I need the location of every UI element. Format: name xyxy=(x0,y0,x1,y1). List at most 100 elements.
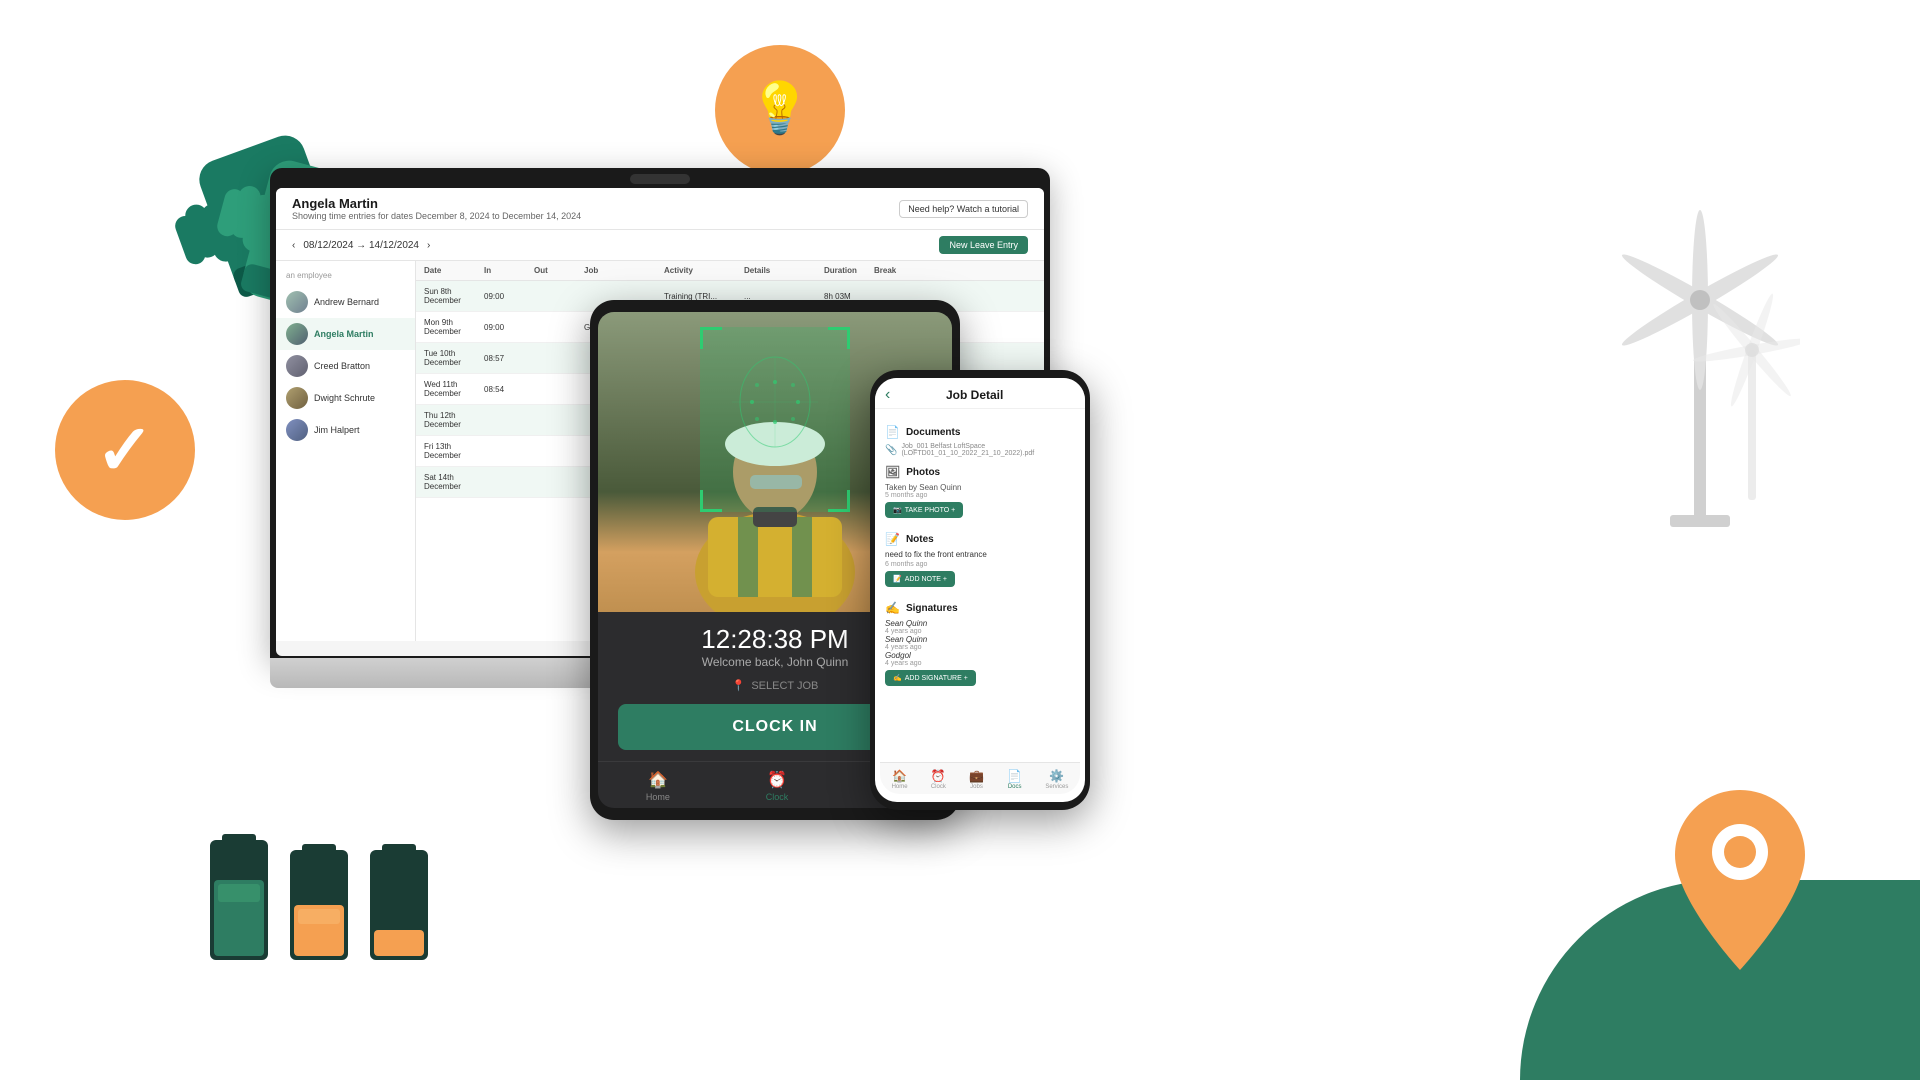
notes-section: 📝 Notes xyxy=(885,532,1075,546)
phone-screen: ‹ Job Detail 📄 Documents 📎 Job_001 Belfa… xyxy=(875,378,1085,802)
prev-arrow[interactable]: ‹ xyxy=(292,240,295,251)
sidebar-item-dwight[interactable]: Dwight Schrute xyxy=(276,382,415,414)
face-scan-overlay xyxy=(700,327,850,512)
take-photo-button[interactable]: 📷 TAKE PHOTO + xyxy=(885,502,963,518)
check-decoration: ✓ xyxy=(55,380,195,520)
phone-docs-label: Docs xyxy=(1008,784,1022,790)
scan-corner-tr xyxy=(828,327,850,349)
phone-docs-icon: 📄 xyxy=(1007,769,1022,783)
tab-clock-label: Clock xyxy=(766,792,789,802)
search-hint: an employee xyxy=(276,267,415,286)
sig-time-2: 4 years ago xyxy=(885,644,1075,651)
phone-jobs-icon: 💼 xyxy=(969,769,984,783)
table-header: Date In Out Job Activity Details Duratio… xyxy=(416,261,1044,281)
sig-name-3: Godgol xyxy=(885,651,1075,660)
note-content: need to fix the front entrance xyxy=(885,550,1075,559)
employee-name-angela: Angela Martin xyxy=(314,329,374,339)
phone-services-icon: ⚙️ xyxy=(1049,769,1064,783)
col-break: Break xyxy=(874,266,914,275)
phone-clock-label: Clock xyxy=(931,784,946,790)
next-arrow[interactable]: › xyxy=(427,240,430,251)
col-in: In xyxy=(484,266,534,275)
select-job-label: SELECT JOB xyxy=(751,680,818,692)
file-icon: 📎 xyxy=(885,445,897,456)
tab-home-label: Home xyxy=(646,792,670,802)
phone-tab-clock[interactable]: ⏰ Clock xyxy=(931,769,946,790)
employee-name: Angela Martin xyxy=(292,196,581,211)
nav-row: ‹ 08/12/2024 → 14/12/2024 › New Leave En… xyxy=(276,230,1044,261)
home-icon: 🏠 xyxy=(648,770,668,790)
phone-services-label: Services xyxy=(1045,784,1068,790)
sig-icon: ✍️ xyxy=(893,674,902,682)
sig-item: Godgol 4 years ago xyxy=(885,651,1075,667)
sidebar-item-jim[interactable]: Jim Halpert xyxy=(276,414,415,446)
sidebar-item-angela[interactable]: Angela Martin xyxy=(276,318,415,350)
phone-tab-services[interactable]: ⚙️ Services xyxy=(1045,769,1068,790)
location-pin-decoration xyxy=(1660,780,1820,980)
sig-name-1: Sean Quinn xyxy=(885,619,1075,628)
notes-icon: 📝 xyxy=(885,532,900,546)
add-note-label: ADD NOTE + xyxy=(905,576,947,583)
col-out: Out xyxy=(534,266,584,275)
doc-item[interactable]: 📎 Job_001 Belfast LoftSpace (LOFTD01_01_… xyxy=(885,443,1075,457)
date-range: 08/12/2024 → 14/12/2024 xyxy=(303,240,419,251)
laptop-notch xyxy=(630,174,690,184)
clock-icon: ⏰ xyxy=(767,770,787,790)
doc-filename: Job_001 Belfast LoftSpace (LOFTD01_01_10… xyxy=(901,443,1075,457)
phone-tab-docs[interactable]: 📄 Docs xyxy=(1007,769,1022,790)
employee-name-creed: Creed Bratton xyxy=(314,361,370,371)
photos-label: Photos xyxy=(906,467,940,478)
documents-label: Documents xyxy=(906,427,960,438)
add-note-button[interactable]: 📝 ADD NOTE + xyxy=(885,571,955,587)
employee-name-andrew: Andrew Bernard xyxy=(314,297,379,307)
svg-text:💡: 💡 xyxy=(749,79,811,136)
signatures-label: Signatures xyxy=(906,603,958,614)
col-duration: Duration xyxy=(824,266,874,275)
photos-icon: 🖼 xyxy=(885,465,900,479)
location-icon: 📍 xyxy=(732,679,746,692)
phone-content: 📄 Documents 📎 Job_001 Belfast LoftSpace … xyxy=(875,409,1085,763)
phone-header: ‹ Job Detail xyxy=(875,378,1085,409)
sidebar-item-andrew[interactable]: Andrew Bernard xyxy=(276,286,415,318)
phone-body: ‹ Job Detail 📄 Documents 📎 Job_001 Belfa… xyxy=(870,370,1090,810)
add-signature-button[interactable]: ✍️ ADD SIGNATURE + xyxy=(885,670,976,686)
employee-sidebar: an employee Andrew Bernard Angela Martin… xyxy=(276,261,416,641)
scan-corner-bl xyxy=(700,490,722,512)
signatures-icon: ✍️ xyxy=(885,601,900,615)
phone-home-icon: 🏠 xyxy=(892,769,907,783)
employee-name-dwight: Dwight Schrute xyxy=(314,393,375,403)
sig-item: Sean Quinn 4 years ago xyxy=(885,619,1075,635)
sig-name-2: Sean Quinn xyxy=(885,635,1075,644)
sig-time-3: 4 years ago xyxy=(885,660,1075,667)
phone-home-label: Home xyxy=(892,784,908,790)
phone-nav: 🏠 Home ⏰ Clock 💼 Jobs 📄 Docs ⚙️ Ser xyxy=(880,762,1080,794)
phone-tab-jobs[interactable]: 💼 Jobs xyxy=(969,769,984,790)
note-time: 6 months ago xyxy=(885,561,1075,568)
app-header: Angela Martin Showing time entries for d… xyxy=(276,188,1044,230)
documents-section: 📄 Documents xyxy=(885,425,1075,439)
phone-jobs-label: Jobs xyxy=(970,784,983,790)
tab-home[interactable]: 🏠 Home xyxy=(646,770,670,802)
job-detail-title: Job Detail xyxy=(890,388,1059,402)
phone-clock-icon: ⏰ xyxy=(931,769,946,783)
hill-decoration xyxy=(1520,880,1920,1080)
batteries-decoration xyxy=(200,830,440,960)
photo-time: 5 months ago xyxy=(885,492,1075,499)
tutorial-button[interactable]: Need help? Watch a tutorial xyxy=(899,200,1028,218)
phone-tab-home[interactable]: 🏠 Home xyxy=(892,769,908,790)
sidebar-item-creed[interactable]: Creed Bratton xyxy=(276,350,415,382)
signatures-section: ✍️ Signatures xyxy=(885,601,1075,615)
add-sig-label: ADD SIGNATURE + xyxy=(905,675,968,682)
turbine-decoration xyxy=(1600,120,1800,520)
sig-time-1: 4 years ago xyxy=(885,628,1075,635)
tab-clock[interactable]: ⏰ Clock xyxy=(766,770,789,802)
notes-label: Notes xyxy=(906,534,934,545)
note-icon: 📝 xyxy=(893,575,902,583)
documents-icon: 📄 xyxy=(885,425,900,439)
date-subtitle: Showing time entries for dates December … xyxy=(292,211,581,221)
photo-credit: Taken by Sean Quinn xyxy=(885,483,1075,492)
new-leave-button[interactable]: New Leave Entry xyxy=(939,236,1028,254)
phone: ‹ Job Detail 📄 Documents 📎 Job_001 Belfa… xyxy=(870,370,1090,810)
col-job: Job xyxy=(584,266,664,275)
scan-corner-tl xyxy=(700,327,722,349)
